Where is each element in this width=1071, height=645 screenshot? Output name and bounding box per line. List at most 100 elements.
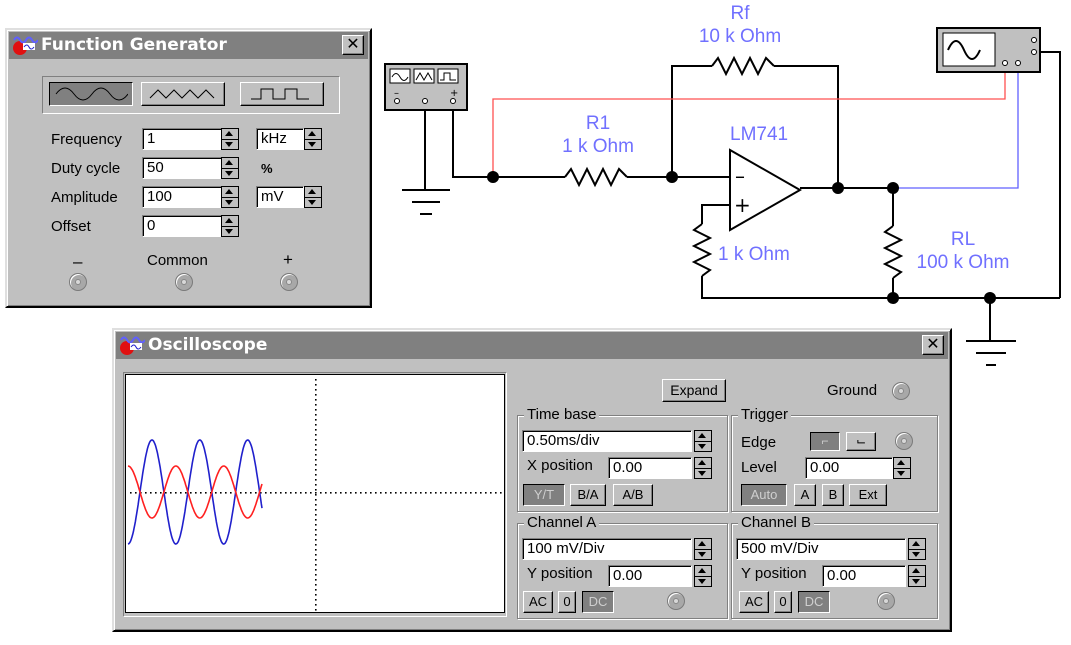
channel-b-scale-field[interactable]: 500 mV/Div [736,538,906,560]
graticule-dot [475,492,477,494]
graticule-dot [315,454,317,456]
channel-a-terminal[interactable] [667,592,685,610]
graticule-dot [255,492,257,494]
channel-b-zero-button[interactable]: 0 [774,591,792,613]
graticule-dot [310,492,312,494]
offset-stepper[interactable] [221,215,239,237]
graticule-dot [450,492,452,494]
wire-plus-r2 [701,204,730,224]
graticule-dot [385,492,387,494]
frequency-field[interactable]: 1 [142,128,224,150]
edge-label: Edge [741,434,777,451]
channel-a-scale-stepper[interactable] [694,538,712,560]
ground-label: Ground [827,382,878,399]
minus-terminal[interactable] [69,273,87,291]
graticule-dot [315,589,317,591]
time-base-stepper[interactable] [694,430,712,452]
common-terminal[interactable] [175,273,193,291]
graticule-dot [315,544,317,546]
amplitude-unit-stepper[interactable] [304,186,322,208]
graticule-dot [315,464,317,466]
channel-a-label: Channel A [524,514,600,531]
level-stepper[interactable] [893,457,911,479]
channel-b-y-position-field[interactable]: 0.00 [822,565,906,587]
graticule-dot [190,492,192,494]
expand-button[interactable]: Expand [662,379,726,402]
trigger-ext-button[interactable]: Ext [849,484,887,506]
wire-gen-plus [452,101,493,178]
graticule-dot [315,579,317,581]
trigger-auto-button[interactable]: Auto [741,484,787,506]
channel-b-label: Channel B [738,514,815,531]
graticule-dot [315,479,317,481]
graticule-dot [495,492,497,494]
frequency-stepper[interactable] [221,128,239,150]
frequency-unit-stepper[interactable] [304,128,322,150]
trigger-terminal[interactable] [895,432,913,450]
scope-display[interactable] [125,374,505,613]
time-base-field[interactable]: 0.50ms/div [522,430,692,452]
duty-cycle-stepper[interactable] [221,157,239,179]
amplitude-unit-field[interactable]: mV [256,186,304,208]
amplitude-stepper[interactable] [221,186,239,208]
opamp-lm741 [729,148,803,232]
rl-value: 100 k Ohm [916,252,1010,273]
channel-b-terminal[interactable] [877,592,895,610]
function-generator-titlebar[interactable]: Function Generator ✕ [9,32,368,59]
close-button[interactable]: ✕ [342,35,364,55]
frequency-label: Frequency [51,131,122,148]
oscilloscope-titlebar[interactable]: Oscilloscope ✕ [116,332,948,359]
channel-b-y-position-stepper[interactable] [908,565,926,587]
graticule-dot [300,492,302,494]
channel-a-ac-button[interactable]: AC [523,591,553,613]
graticule-dot [315,449,317,451]
channel-a-zero-button[interactable]: 0 [558,591,576,613]
channel-a-scale-field[interactable]: 100 mV/Div [522,538,692,560]
channel-b-scale-stepper[interactable] [908,538,926,560]
frequency-unit-field[interactable]: kHz [256,128,304,150]
channel-b-dc-button[interactable]: DC [798,591,830,613]
graticule-dot [360,492,362,494]
wire-rf-left [671,65,712,177]
graticule-dot [150,492,152,494]
square-wave-button[interactable] [240,82,324,106]
offset-field[interactable]: 0 [142,215,224,237]
junction-ground [984,292,996,304]
gen-terminal-plus: + [450,88,458,99]
graticule-dot [315,584,317,586]
window-title: Oscilloscope [148,335,268,355]
wire-channel-b [893,70,1019,189]
channel-a-y-position-field[interactable]: 0.00 [608,565,692,587]
rl-label: RL 100 k Ohm [908,228,1018,274]
mode-ba-button[interactable]: B/A [570,484,606,506]
x-position-stepper[interactable] [694,457,712,479]
graticule-dot [170,492,172,494]
triangle-wave-button[interactable] [141,82,225,106]
graticule-dot [490,492,492,494]
trigger-b-button[interactable]: B [822,484,844,506]
mode-ab-button[interactable]: A/B [613,484,653,506]
graticule-dot [390,492,392,494]
sine-wave-button[interactable] [49,82,133,106]
trigger-a-button[interactable]: A [794,484,816,506]
close-button[interactable]: ✕ [922,335,944,355]
graticule-dot [315,394,317,396]
level-field[interactable]: 0.00 [805,457,893,479]
falling-edge-button[interactable]: ⌙ [846,432,876,451]
x-position-field[interactable]: 0.00 [608,457,692,479]
close-icon: ✕ [926,336,940,353]
channel-a-dc-button[interactable]: DC [582,591,614,613]
mode-yt-button[interactable]: Y/T [523,484,565,506]
channel-a-y-position-stepper[interactable] [694,565,712,587]
channel-b-ac-button[interactable]: AC [739,591,769,613]
duty-cycle-field[interactable]: 50 [142,157,224,179]
plus-terminal[interactable] [280,273,298,291]
amplitude-field[interactable]: 100 [142,186,224,208]
rising-edge-button[interactable]: ⌐ [810,432,840,451]
ground-terminal[interactable] [892,382,910,400]
graticule-dot [355,492,357,494]
app-icon [120,336,145,355]
graticule-dot [145,492,147,494]
function-generator-window: Function Generator ✕ Frequency 1 kHz Dut… [5,28,372,308]
sine-wave-icon [55,87,129,101]
